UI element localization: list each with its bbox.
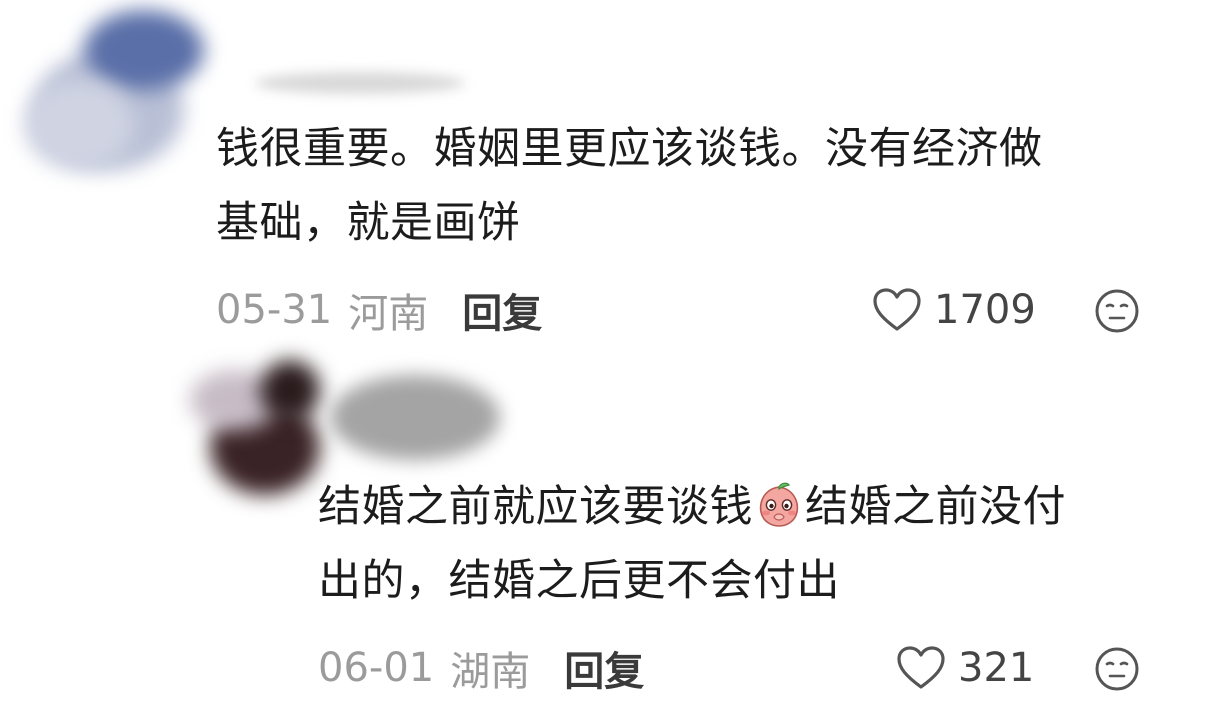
like-button[interactable]: 1709 [872, 284, 1036, 336]
heart-outline-icon [873, 288, 921, 331]
avatar[interactable] [14, 10, 204, 175]
blushing-peach-emoji [759, 482, 799, 527]
neutral-face-icon[interactable] [1094, 646, 1140, 692]
comment-date: 06-01 [318, 645, 435, 691]
like-count: 1709 [934, 287, 1036, 333]
avatar[interactable] [180, 360, 330, 500]
like-button[interactable]: 321 [896, 642, 1034, 694]
comment-body: 钱很重要。婚姻里更应该谈钱。没有经济做 基础，就是画饼 [216, 112, 1176, 260]
comment-body: 结婚之前就应该要谈钱 结婚之前没付 出的，结婚之后更不会付出 [318, 470, 1198, 618]
comment-date: 05-31 [216, 287, 333, 333]
username-redacted[interactable] [255, 62, 465, 100]
comment-text-line: 结婚之前就应该要谈钱 结婚之前没付 [318, 470, 1198, 544]
comment-meta: 06-01 湖南 回复 [318, 639, 644, 697]
comment-location: 河南 [348, 291, 429, 337]
comment-text-part: 结婚之前就应该要谈钱 [318, 482, 753, 532]
reply-button[interactable]: 回复 [564, 639, 644, 697]
neutral-face-icon[interactable] [1094, 288, 1140, 334]
comment-text-part: 结婚之前没付 [805, 482, 1066, 532]
like-count: 321 [958, 645, 1035, 691]
comment-text-line: 基础，就是画饼 [216, 198, 521, 248]
username-redacted[interactable] [330, 365, 500, 470]
comment-meta: 05-31 河南 回复 [216, 281, 542, 339]
comment-location: 湖南 [450, 649, 531, 695]
comment-text-line: 出的，结婚之后更不会付出 [318, 556, 840, 606]
reply-button[interactable]: 回复 [462, 281, 542, 339]
heart-outline-icon [897, 646, 945, 689]
comment-text-line: 钱很重要。婚姻里更应该谈钱。没有经济做 [216, 124, 1043, 174]
